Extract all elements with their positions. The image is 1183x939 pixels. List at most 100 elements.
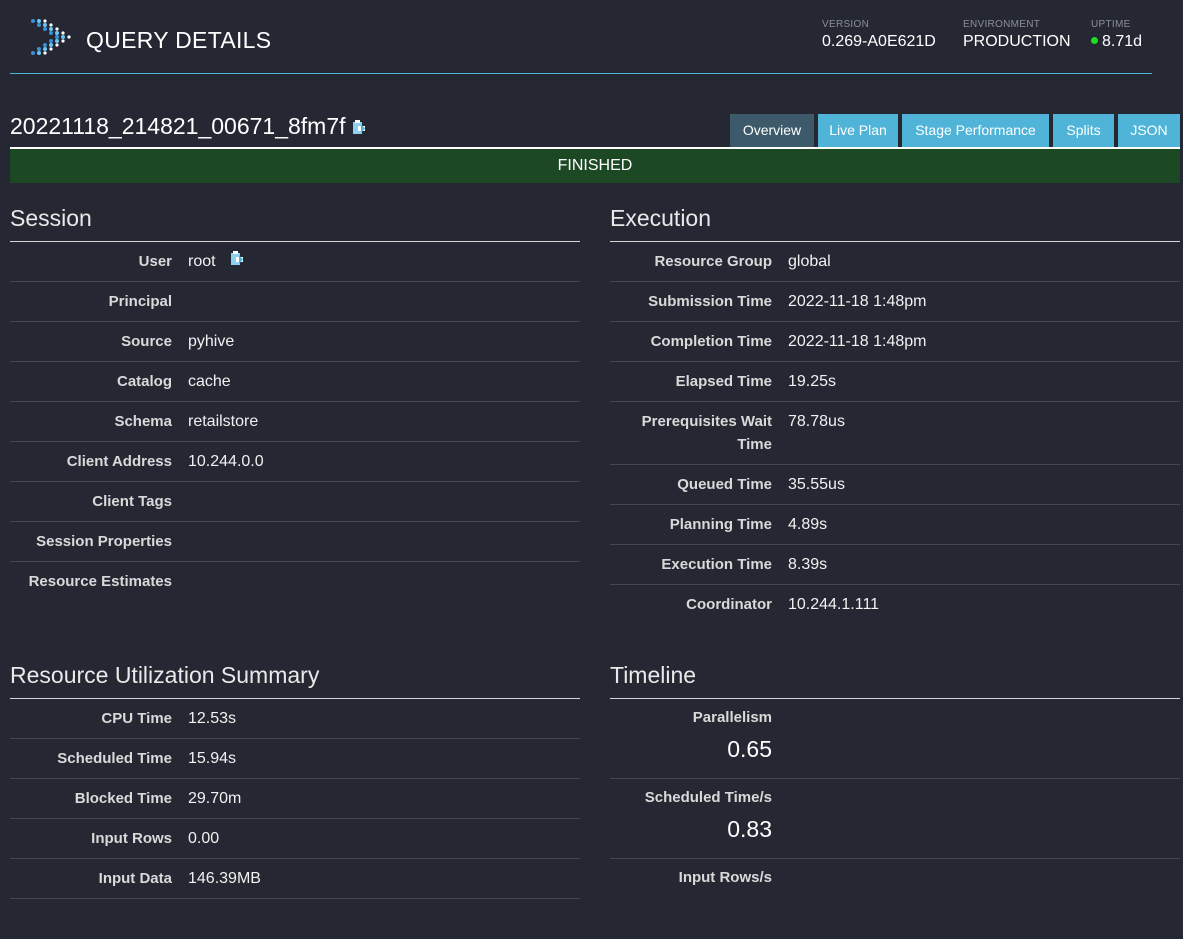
row-value: 0.00 <box>188 830 220 847</box>
row-value: 0.83 <box>727 816 772 842</box>
row-key: Resource Estimates <box>28 573 172 590</box>
row-key: Queued Time <box>677 476 772 493</box>
row-value: 2022-11-18 1:48pm <box>788 293 927 310</box>
resource-utilization-section: Resource Utilization Summary CPU Time 12… <box>10 662 580 899</box>
execution-row-planning-time: Planning Time 4.89s <box>610 505 1180 545</box>
environment-value: PRODUCTION <box>963 33 1071 50</box>
row-key: Elapsed Time <box>675 373 772 390</box>
uptime-stat: UPTIME 8.71d <box>1091 19 1142 51</box>
query-id-text: 20221118_214821_00671_8fm7f <box>10 113 346 139</box>
version-value: 0.269-A0E621D <box>822 33 936 50</box>
resource-row-input-data: Input Data 146.39MB <box>10 859 580 899</box>
row-key: Coordinator <box>686 596 772 613</box>
row-value: 2022-11-18 1:48pm <box>788 333 927 350</box>
row-key: Submission Time <box>648 293 772 310</box>
tab-splits[interactable]: Splits <box>1053 114 1114 147</box>
row-key: Scheduled Time <box>57 750 172 767</box>
row-value: retailstore <box>188 413 259 430</box>
app-title: QUERY DETAILS <box>86 27 272 53</box>
version-label: VERSION <box>822 19 870 30</box>
row-key: Schema <box>114 413 172 430</box>
row-key: Completion Time <box>650 333 772 350</box>
execution-row-execution-time: Execution Time 8.39s <box>610 545 1180 585</box>
row-key: Execution Time <box>661 556 772 573</box>
row-value: cache <box>188 373 231 390</box>
row-value: 29.70m <box>188 790 242 807</box>
tab-stage-performance[interactable]: Stage Performance <box>902 114 1049 147</box>
session-row-client-address: Client Address 10.244.0.0 <box>10 442 580 482</box>
row-key: Input Data <box>98 870 172 887</box>
row-key: User <box>138 253 172 270</box>
clipboard-copy-icon[interactable] <box>352 114 366 141</box>
row-value: 4.89s <box>788 516 828 533</box>
row-key: Input Rows/s <box>678 869 772 886</box>
execution-section: Execution Resource Group global Submissi… <box>610 205 1180 625</box>
row-value: 146.39MB <box>188 870 261 887</box>
header: QUERY DETAILS VERSION 0.269-A0E621D ENVI… <box>10 0 1152 74</box>
resource-row-input-rows: Input Rows 0.00 <box>10 819 580 859</box>
row-value: 0.65 <box>727 736 772 762</box>
row-key: Session Properties <box>36 533 172 550</box>
row-value: 78.78us <box>788 413 845 430</box>
row-value: 10.244.0.0 <box>188 453 264 470</box>
execution-row-resource-group: Resource Group global <box>610 242 1180 282</box>
row-value: root <box>188 253 216 270</box>
uptime-value: 8.71d <box>1102 33 1143 50</box>
session-row-schema: Schema retailstore <box>10 402 580 442</box>
row-value <box>610 888 772 896</box>
session-row-user: User root <box>10 242 580 282</box>
row-value: 8.39s <box>788 556 828 573</box>
row-key: Prerequisites Wait Time <box>641 413 772 453</box>
row-value: 35.55us <box>788 476 845 493</box>
clipboard-copy-icon[interactable] <box>230 250 244 273</box>
row-key: Parallelism <box>692 709 772 726</box>
row-key: Input Rows <box>91 830 172 847</box>
resource-row-scheduled-time: Scheduled Time 15.94s <box>10 739 580 779</box>
tab-live-plan[interactable]: Live Plan <box>818 114 898 147</box>
session-row-principal: Principal <box>10 282 580 322</box>
row-key: CPU Time <box>101 710 172 727</box>
timeline-section: Timeline Parallelism 0.65 Scheduled Time… <box>610 662 1180 939</box>
session-section: Session User root Principal Source pyhiv… <box>10 205 580 602</box>
status-dot-icon <box>1091 37 1098 45</box>
timeline-row-input-rows-per-s: Input Rows/s <box>610 859 1180 939</box>
timeline-row-scheduled-time-per-s: Scheduled Time/s 0.83 <box>610 779 1180 859</box>
session-row-source: Source pyhive <box>10 322 580 362</box>
row-key: Catalog <box>116 373 172 390</box>
row-value: 15.94s <box>188 750 237 767</box>
tab-json[interactable]: JSON <box>1118 114 1180 147</box>
session-row-catalog: Catalog cache <box>10 362 580 402</box>
row-key: Planning Time <box>669 516 772 533</box>
query-state-bar: FINISHED <box>10 147 1180 183</box>
resource-row-blocked-time: Blocked Time 29.70m <box>10 779 580 819</box>
execution-row-queued-time: Queued Time 35.55us <box>610 465 1180 505</box>
row-key: Scheduled Time/s <box>644 789 772 806</box>
row-value: 19.25s <box>788 373 837 390</box>
row-value: 10.244.1.111 <box>788 596 880 613</box>
session-title: Session <box>10 205 580 242</box>
row-value: 12.53s <box>188 710 237 727</box>
execution-row-coordinator: Coordinator 10.244.1.111 <box>610 585 1180 625</box>
row-value: global <box>788 253 831 270</box>
execution-row-prerequisites-wait-time: Prerequisites Wait Time 78.78us <box>610 402 1180 465</box>
environment-label: ENVIRONMENT <box>963 19 1041 30</box>
session-row-resource-estimates: Resource Estimates <box>10 562 580 602</box>
execution-row-elapsed-time: Elapsed Time 19.25s <box>610 362 1180 402</box>
version-stat: VERSION 0.269-A0E621D <box>822 19 936 51</box>
timeline-row-parallelism: Parallelism 0.65 <box>610 699 1180 779</box>
row-key: Source <box>121 333 172 350</box>
execution-title: Execution <box>610 205 1180 242</box>
execution-row-completion-time: Completion Time 2022-11-18 1:48pm <box>610 322 1180 362</box>
row-key: Client Address <box>66 453 172 470</box>
row-key: Resource Group <box>654 253 772 270</box>
row-key: Client Tags <box>92 493 172 510</box>
presto-logo-icon <box>31 19 71 55</box>
session-row-client-tags: Client Tags <box>10 482 580 522</box>
session-row-session-properties: Session Properties <box>10 522 580 562</box>
row-key: Principal <box>108 293 172 310</box>
resource-utilization-title: Resource Utilization Summary <box>10 662 580 699</box>
resource-row-cpu-time: CPU Time 12.53s <box>10 699 580 739</box>
execution-row-submission-time: Submission Time 2022-11-18 1:48pm <box>610 282 1180 322</box>
timeline-title: Timeline <box>610 662 1180 699</box>
tab-overview[interactable]: Overview <box>730 114 814 147</box>
